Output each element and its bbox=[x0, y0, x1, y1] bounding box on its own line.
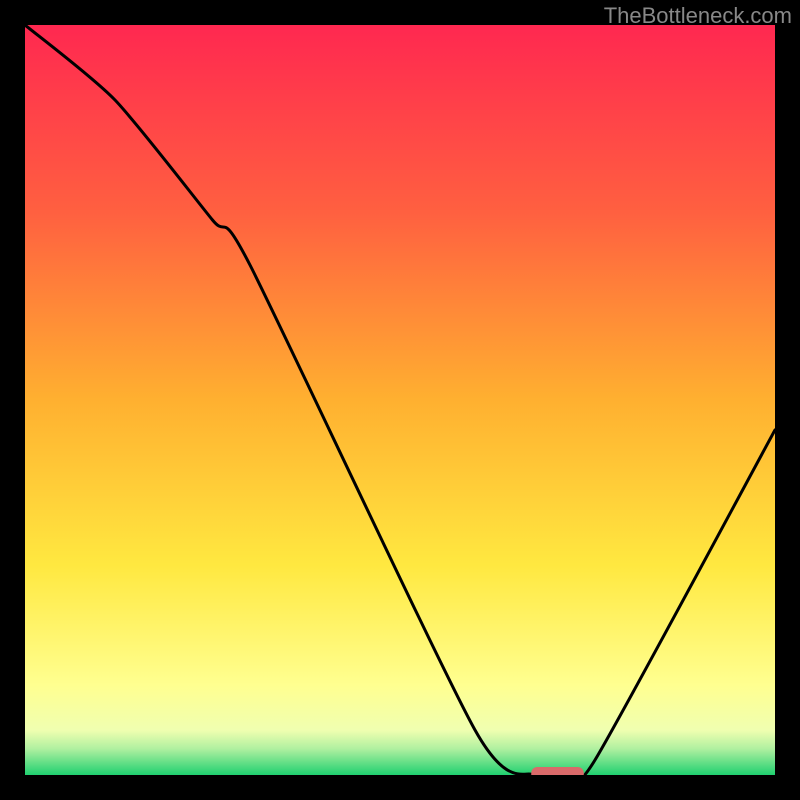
optimal-marker bbox=[531, 767, 584, 775]
chart-overlay bbox=[25, 25, 775, 775]
chart-container: TheBottleneck.com bbox=[0, 0, 800, 800]
plot-area bbox=[25, 25, 775, 775]
watermark-text: TheBottleneck.com bbox=[604, 3, 792, 29]
bottleneck-curve bbox=[25, 25, 775, 775]
